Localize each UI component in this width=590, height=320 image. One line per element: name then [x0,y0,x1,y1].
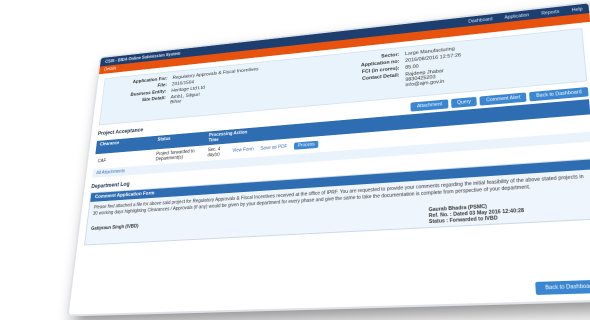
cell-clearance: CAF [97,158,107,165]
cell-status: Project forwarded to Department(s) [155,148,195,163]
perspective-stage: CSIS - BIDA Online Submission System Das… [0,0,590,320]
attachment-button[interactable]: Attachment [410,99,449,112]
comment-alert-button[interactable]: Comment Alert [479,92,528,106]
nav-link-help[interactable]: Help [572,6,583,12]
process-button[interactable]: Process [293,140,319,150]
comment-signer: Gatipraun Singh (IVBD) [90,223,139,232]
info-value: 85.00 [405,64,419,71]
cell-processing-time: Sec. 4 day(s) [207,146,221,159]
project-acceptance-title: Project Acceptance [97,127,144,137]
back-to-dashboard-button[interactable]: Back to Dashboard [535,279,590,295]
section-banner-label: Details [103,66,117,73]
app-screen: CSIS - BIDA Online Submission System Das… [68,3,590,315]
view-form-link[interactable]: View Form [232,147,254,154]
nav-link-reports[interactable]: Reports [541,9,559,16]
column-header-processing-time: Processing Time [208,131,233,144]
info-value-multi: Amb1, Siliguri Bihar [170,92,200,105]
query-button[interactable]: Query [450,96,478,109]
footer-actions: Back to Dashboard [535,279,590,295]
info-column-left: Application For: Regulatory Approvals & … [107,61,318,118]
comment-meta: Gaurab Bhadra (PSMC) Ref. No. : Dated 03… [429,198,590,224]
save-as-pdf-link[interactable]: Save as PDF [260,144,287,151]
info-value-multi: Rajdeep Jhabar 9830425203 info@ajm.gov.i… [405,69,444,88]
